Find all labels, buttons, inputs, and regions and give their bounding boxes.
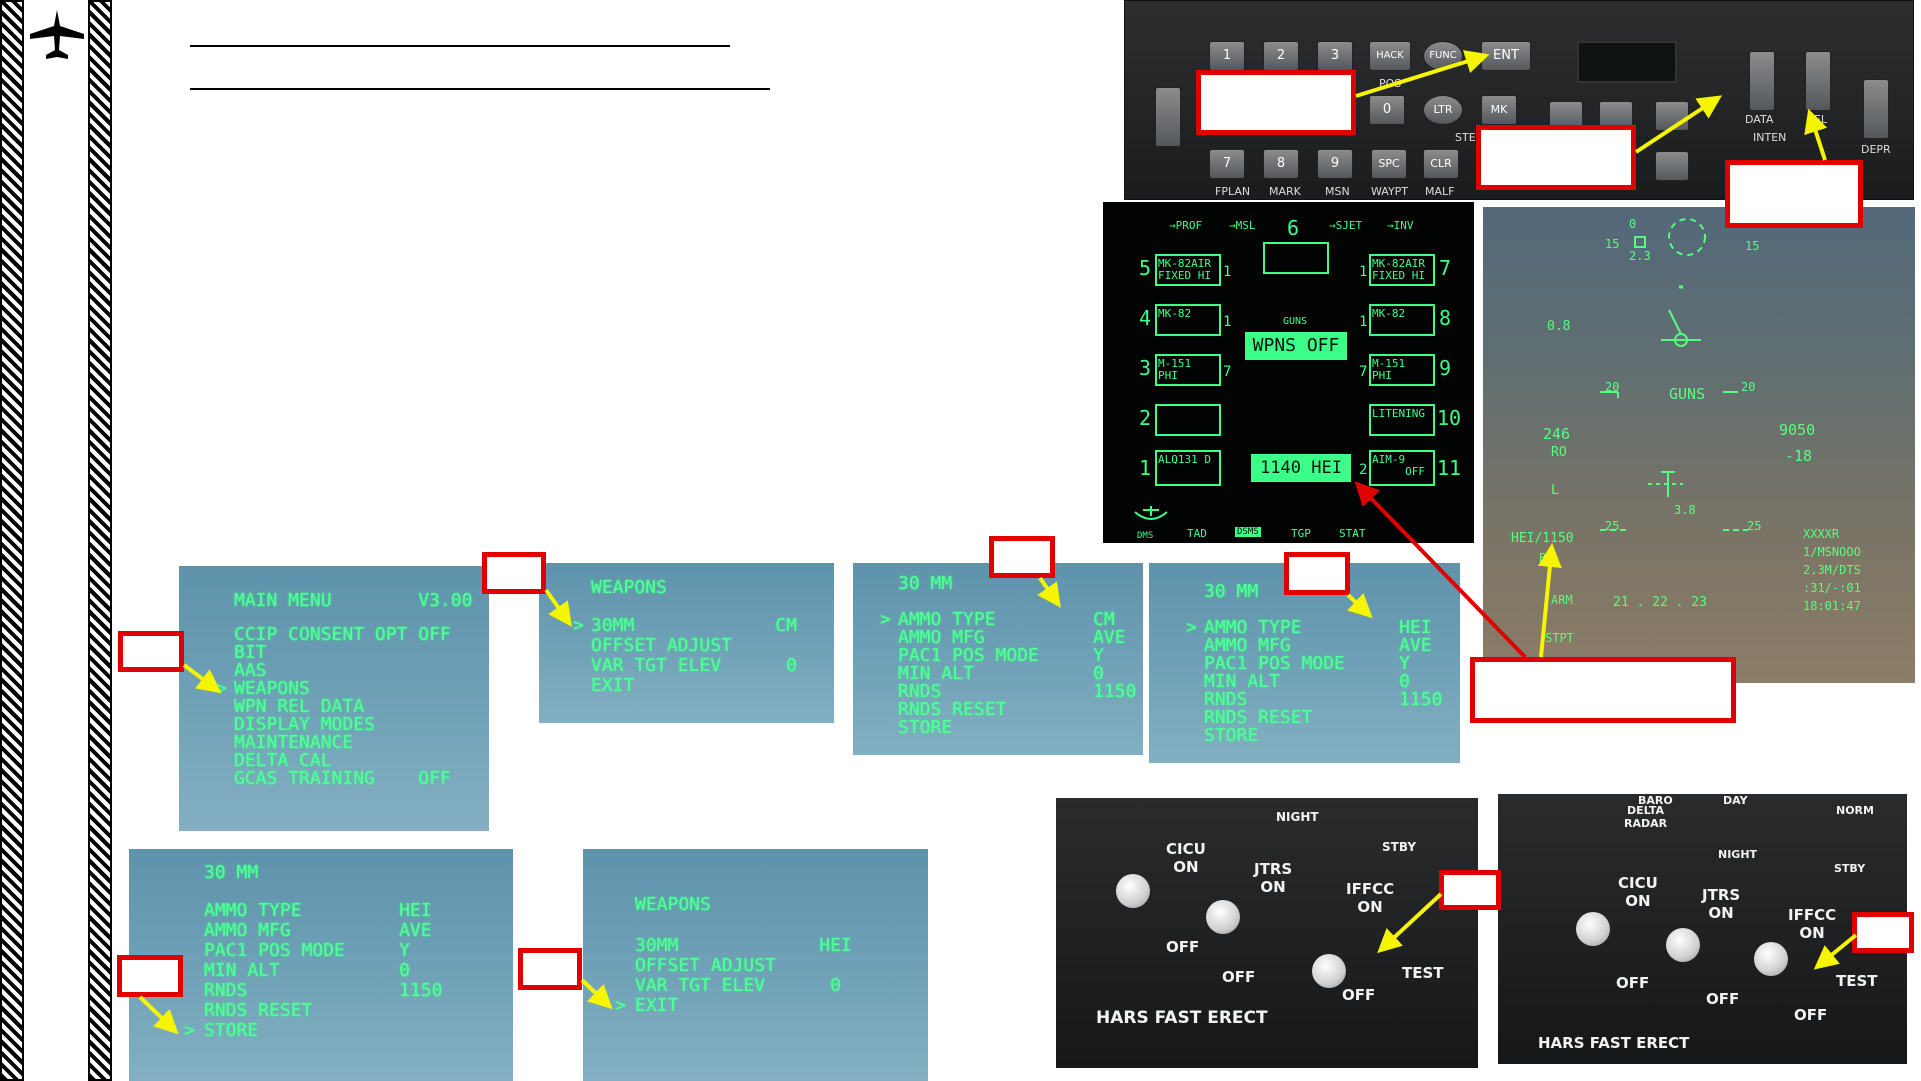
yellow-arrows	[138, 50, 1858, 1035]
callout-arrows	[138, 50, 1858, 1035]
slide: MAIN MENU V3.00 CCIP CONSENT OPT OFF BIT…	[0, 0, 1921, 1081]
red-arrow	[1354, 481, 1527, 659]
